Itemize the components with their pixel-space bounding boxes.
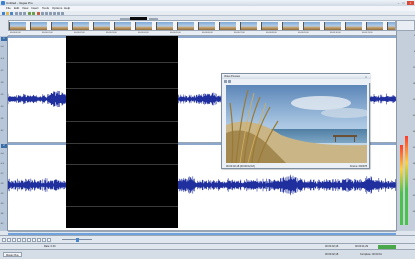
prev-frame-button[interactable] <box>42 237 46 242</box>
track-header-1[interactable]: 1 -Inf -6.0 -12 -18 -24 -30 -36 -42 <box>0 36 8 143</box>
grid-line <box>66 143 178 144</box>
video-thumbnail <box>198 22 215 30</box>
envelope-icon[interactable] <box>49 12 52 15</box>
zoom-icon[interactable] <box>41 12 44 15</box>
undo-icon[interactable] <box>28 12 31 15</box>
video-thumbnail-track[interactable] <box>8 20 396 31</box>
video-thumbnail <box>345 22 362 30</box>
db-label: -24 <box>0 193 4 195</box>
paste-icon[interactable] <box>23 12 26 15</box>
grid-line <box>66 121 178 122</box>
selection-region[interactable] <box>66 36 178 228</box>
right-thumb-pane <box>396 20 415 31</box>
video-thumbnail <box>261 22 278 30</box>
render-complete: Complete: 00:00:01 <box>360 253 382 256</box>
db-label: -36 <box>0 213 4 215</box>
grid-line <box>66 62 178 63</box>
preview-frame: Frame: 000078 <box>350 165 367 168</box>
video-preview-window[interactable]: Video Preview × 00:00:02;18 (00:00:02;18… <box>221 73 371 169</box>
db-label: -42 <box>0 223 4 225</box>
preview-timecode: 00:00:02;18 (00:00:02;18) <box>226 165 255 168</box>
selection-edit-icon[interactable] <box>57 12 60 15</box>
new-icon[interactable] <box>2 12 5 15</box>
db-label: -Inf <box>0 153 4 155</box>
video-thumbnail <box>156 22 173 30</box>
db-label: -6.0 <box>0 163 4 165</box>
video-thumbnail <box>93 22 110 30</box>
maximize-button[interactable]: □ <box>401 1 406 5</box>
pause-button[interactable] <box>22 237 26 242</box>
copy-icon[interactable] <box>19 12 22 15</box>
track-header-2[interactable]: 2 -Inf -6.0 -12 -18 -24 -30 -36 -42 <box>0 143 8 231</box>
video-thumbnail <box>387 22 395 30</box>
record-button[interactable] <box>2 237 6 242</box>
normal-edit-icon[interactable] <box>53 12 56 15</box>
auto-ripple-icon[interactable] <box>61 12 64 15</box>
video-frame-image <box>226 85 367 163</box>
record-icon[interactable] <box>37 12 40 15</box>
db-label: -30 <box>0 106 4 108</box>
video-thumbnail <box>135 22 152 30</box>
video-thumbnail <box>51 22 68 30</box>
video-thumbnail <box>9 22 26 30</box>
video-thumbnail <box>282 22 299 30</box>
play-button[interactable] <box>17 237 21 242</box>
close-icon[interactable]: × <box>364 75 368 79</box>
video-thumbnail <box>177 22 194 30</box>
db-label: -30 <box>0 203 4 205</box>
video-thumbnail <box>324 22 341 30</box>
bottom-timecode: 00:00:02;18 <box>325 253 339 256</box>
db-label: -Inf <box>0 46 4 48</box>
video-thumbnail <box>219 22 236 30</box>
db-label: -6.0 <box>0 58 4 60</box>
video-thumbnail <box>114 22 131 30</box>
video-thumbnail <box>72 22 89 30</box>
video-thumbnail <box>30 22 47 30</box>
preview-copy-icon[interactable] <box>228 79 231 83</box>
db-label: -18 <box>0 183 4 185</box>
bottom-bar: Master Bus 00:00:02;18 Complete: 00:00:0… <box>0 249 415 259</box>
video-thumbnail <box>303 22 320 30</box>
track-number: 2 <box>1 144 7 148</box>
db-label: -42 <box>0 130 4 132</box>
app-window: Untitled - Vegas Pro – □ × File Edit Vie… <box>0 0 415 259</box>
toolbar <box>0 11 415 16</box>
open-icon[interactable] <box>6 12 9 15</box>
grid-line <box>66 164 178 165</box>
db-label: -36 <box>0 118 4 120</box>
stop-button[interactable] <box>27 237 31 242</box>
db-label: -18 <box>0 82 4 84</box>
next-frame-button[interactable] <box>47 237 51 242</box>
db-label: -12 <box>0 173 4 175</box>
go-to-end-button[interactable] <box>37 237 41 242</box>
db-label: -24 <box>0 94 4 96</box>
snap-icon[interactable] <box>45 12 48 15</box>
play-from-start-button[interactable] <box>12 237 16 242</box>
cut-icon[interactable] <box>15 12 18 15</box>
transport-bar <box>0 235 415 243</box>
video-thumbnail <box>366 22 383 30</box>
save-icon[interactable] <box>10 12 13 15</box>
video-preview-toolbar <box>222 79 371 83</box>
redo-icon[interactable] <box>32 12 35 15</box>
db-label: -12 <box>0 70 4 72</box>
app-icon <box>1 1 5 5</box>
go-to-start-button[interactable] <box>32 237 36 242</box>
master-level-meter: 0 6 12 18 24 30 36 42 48 54 60 66 <box>396 31 415 231</box>
loop-button[interactable] <box>7 237 11 242</box>
meter-bar-left <box>400 145 403 225</box>
grid-line <box>66 206 178 207</box>
video-thumbnail <box>240 22 257 30</box>
rate-slider-thumb[interactable] <box>76 237 79 242</box>
close-button[interactable]: × <box>407 1 414 5</box>
meter-bar-right <box>405 135 408 225</box>
tab-master-bus[interactable]: Master Bus <box>3 252 22 257</box>
preview-settings-icon[interactable] <box>224 79 227 83</box>
grid-line <box>66 88 178 89</box>
track-number: 1 <box>1 37 7 41</box>
video-preview-info: 00:00:02;18 (00:00:02;18) Frame: 000078 <box>226 164 367 169</box>
